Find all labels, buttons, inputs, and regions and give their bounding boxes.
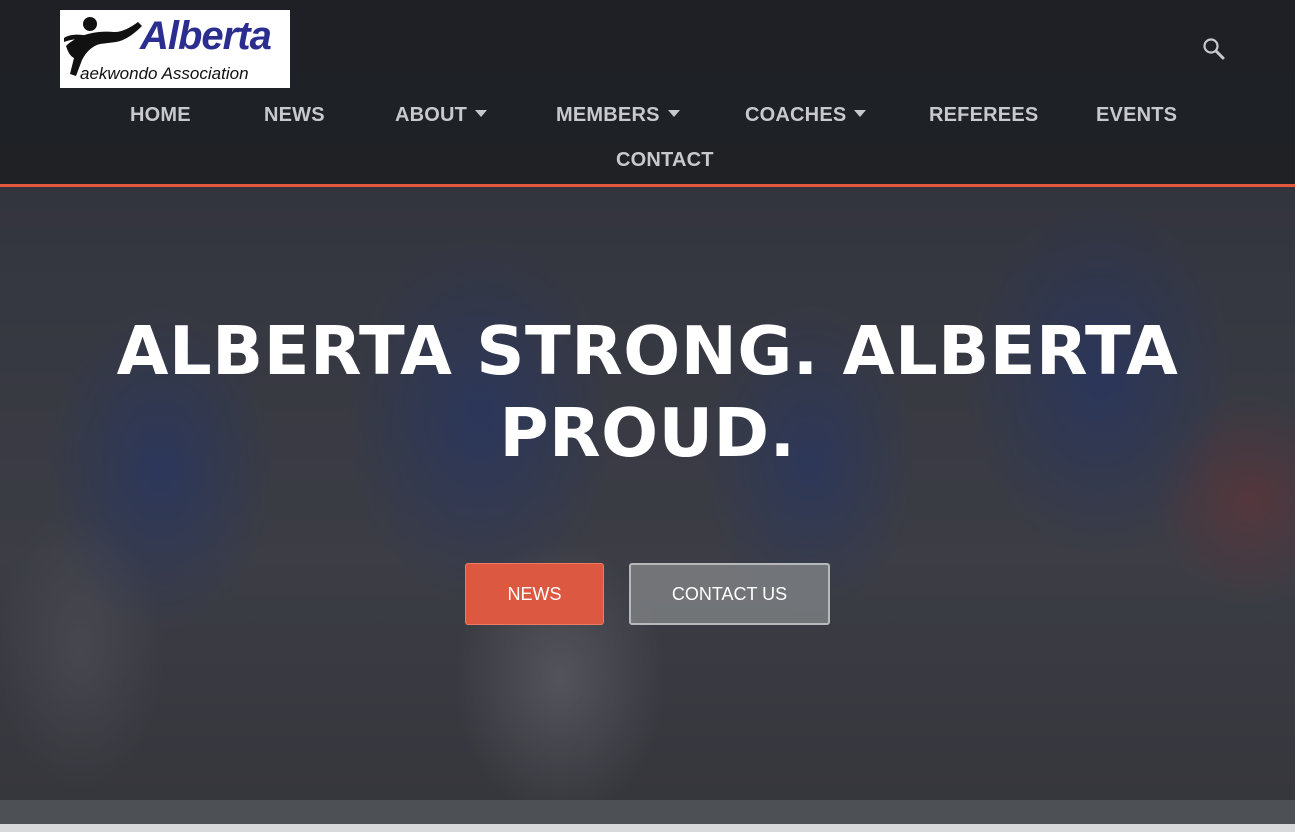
- hero-title: ALBERTA STRONG. ALBERTA PROUD.: [90, 310, 1205, 474]
- nav-coaches[interactable]: COACHES: [745, 104, 867, 127]
- logo-title: Alberta: [140, 14, 272, 58]
- nav-referees-label: REFEREES: [929, 104, 1039, 126]
- nav-contact[interactable]: CONTACT: [616, 149, 714, 172]
- contact-us-button[interactable]: CONTACT US: [629, 563, 830, 625]
- chevron-down-icon: [667, 110, 680, 118]
- nav-contact-label: CONTACT: [616, 149, 714, 171]
- nav-members[interactable]: MEMBERS: [556, 104, 680, 127]
- hero-title-line2: PROUD.: [499, 394, 796, 472]
- contact-us-button-label: CONTACT US: [671, 583, 788, 604]
- hero-title-line1: ALBERTA STRONG. ALBERTA: [116, 312, 1179, 390]
- header-accent-line: [0, 184, 1295, 187]
- chevron-down-icon: [854, 110, 867, 118]
- nav-about-label: ABOUT: [395, 104, 468, 126]
- nav-events[interactable]: EVENTS: [1096, 104, 1177, 127]
- nav-news[interactable]: NEWS: [264, 104, 325, 127]
- nav-events-label: EVENTS: [1096, 104, 1178, 126]
- nav-referees[interactable]: REFEREES: [929, 104, 1038, 127]
- news-button[interactable]: NEWS: [465, 563, 604, 625]
- search-icon[interactable]: [1202, 37, 1226, 61]
- news-button-label: NEWS: [507, 583, 562, 604]
- chevron-down-icon: [475, 110, 488, 118]
- nav-home-label: HOME: [130, 104, 191, 126]
- nav-news-label: NEWS: [264, 104, 325, 126]
- site-header: Alberta aekwondo Association HOME NEWS A…: [0, 0, 1295, 184]
- section-divider: [0, 800, 1295, 824]
- nav-coaches-label: COACHES: [745, 104, 847, 126]
- nav-home[interactable]: HOME: [130, 104, 191, 127]
- next-section-edge: [0, 824, 1295, 832]
- logo-subtitle: aekwondo Association: [80, 64, 249, 83]
- nav-about[interactable]: ABOUT: [395, 104, 488, 127]
- site-logo[interactable]: Alberta aekwondo Association: [60, 10, 290, 88]
- nav-members-label: MEMBERS: [556, 104, 660, 126]
